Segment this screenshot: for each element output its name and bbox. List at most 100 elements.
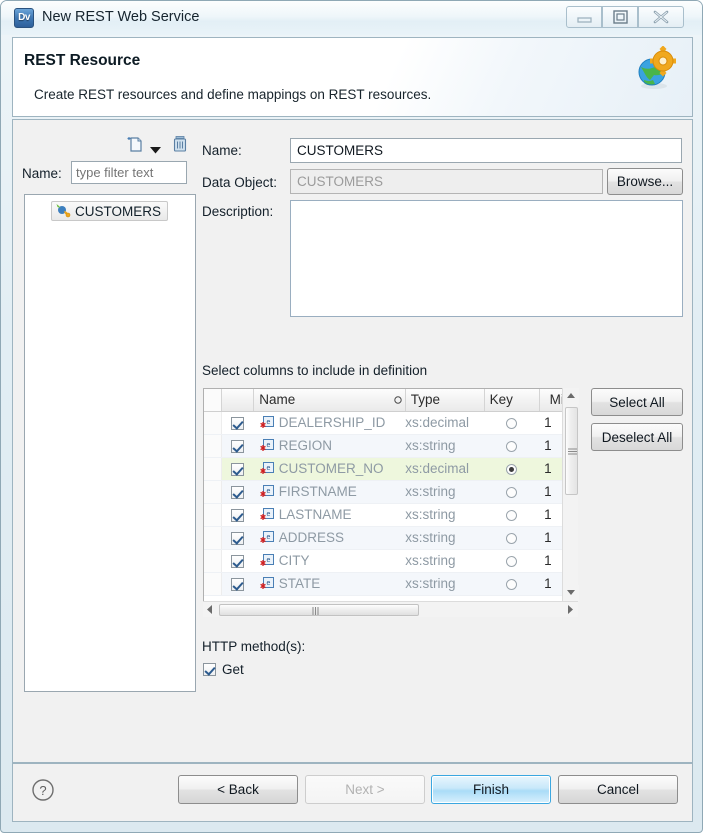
row-key-cell[interactable] [484,549,540,573]
row-key-cell[interactable] [484,480,540,504]
row-checkbox[interactable] [231,577,245,591]
description-textarea[interactable] [290,200,683,317]
row-checkbox-cell[interactable] [221,572,254,596]
new-document-icon[interactable] [126,134,146,159]
row-checkbox-cell[interactable] [221,411,254,435]
finish-button[interactable]: Finish [431,775,551,804]
row-checkbox[interactable] [231,531,245,545]
row-name-cell: e CUSTOMER_NO [253,457,406,481]
row-key-radio[interactable] [506,578,518,590]
element-required-icon: e [260,415,274,428]
row-key-cell[interactable] [484,411,540,435]
row-key-radio[interactable] [506,486,518,498]
element-required-icon: e [260,438,274,451]
select-columns-label: Select columns to include in definition [202,363,428,378]
row-grip [204,526,223,550]
row-key-radio[interactable] [506,417,518,429]
browse-button[interactable]: Browse... [607,168,683,195]
filter-input[interactable] [71,161,187,184]
row-checkbox-cell[interactable] [221,526,254,550]
name-input[interactable] [290,138,682,163]
table-vertical-scrollbar[interactable] [562,388,579,601]
row-name-label: CUSTOMER_NO [278,461,384,476]
table-row[interactable]: e CITY xs:string 1 [204,549,577,573]
table-row[interactable]: e STATE xs:string 1 [204,572,577,596]
table-scroll-thumb[interactable] [565,407,578,495]
data-object-input [290,169,603,194]
row-type-cell: xs:string [405,549,485,573]
scroll-up-arrow[interactable] [563,388,579,404]
svg-text:e: e [266,557,270,564]
svg-text:?: ? [39,783,46,798]
row-name-label: DEALERSHIP_ID [278,415,386,430]
row-key-radio[interactable] [506,463,518,475]
row-key-radio[interactable] [506,440,518,452]
data-object-label: Data Object: [202,175,278,190]
tree-toolbar [118,134,192,156]
wizard-body: Name: CUSTOMERS Name: Data Object: Brows… [12,119,693,763]
row-checkbox-cell[interactable] [221,549,254,573]
column-header-name[interactable]: Name [253,389,406,412]
row-key-cell[interactable] [484,572,540,596]
column-header-key[interactable]: Key [484,389,540,412]
resource-tree[interactable]: CUSTOMERS [24,194,196,692]
row-name-cell: e ADDRESS [253,526,406,550]
row-checkbox-cell[interactable] [221,503,254,527]
svg-text:e: e [266,534,270,541]
row-key-radio[interactable] [506,532,518,544]
table-hscroll-thumb[interactable] [219,604,419,616]
close-button[interactable] [638,6,684,28]
row-checkbox[interactable] [231,439,245,453]
table-row[interactable]: e ADDRESS xs:string 1 [204,526,577,550]
row-key-cell[interactable] [484,503,540,527]
row-grip [204,411,223,435]
row-grip [204,549,223,573]
row-checkbox[interactable] [231,462,245,476]
maximize-button[interactable] [602,6,638,28]
table-row[interactable]: e DEALERSHIP_ID xs:decimal 1 [204,411,577,435]
scroll-down-arrow[interactable] [563,585,579,601]
trash-icon[interactable] [170,134,190,159]
table-row[interactable]: e CUSTOMER_NO xs:decimal 1 [204,457,577,481]
tree-item-customers[interactable]: CUSTOMERS [51,201,169,221]
tree-item-label: CUSTOMERS [75,203,162,219]
scroll-right-arrow[interactable] [566,605,574,614]
element-required-icon: e [260,507,274,520]
http-methods-label: HTTP method(s): [202,639,306,654]
scroll-left-arrow[interactable] [206,605,214,614]
column-header-check[interactable] [221,389,255,412]
description-label: Description: [202,204,274,219]
table-row[interactable]: e FIRSTNAME xs:string 1 [204,480,577,504]
get-label: Get [222,662,244,677]
rest-resource-icon [56,204,71,218]
element-required-icon: e [260,461,274,474]
row-key-cell[interactable] [484,457,540,481]
http-method-get[interactable]: Get [203,662,244,677]
row-checkbox[interactable] [231,485,245,499]
filter-label: Name: [22,166,62,181]
row-checkbox[interactable] [231,554,245,568]
row-checkbox[interactable] [231,508,245,522]
chevron-down-icon[interactable] [150,141,161,159]
get-checkbox[interactable] [203,663,216,676]
help-icon[interactable]: ? [31,778,55,802]
cancel-button[interactable]: Cancel [558,775,678,804]
row-key-radio[interactable] [506,555,518,567]
minimize-button[interactable] [566,6,602,28]
select-all-button[interactable]: Select All [591,388,683,416]
row-checkbox-cell[interactable] [221,480,254,504]
row-checkbox-cell[interactable] [221,434,254,458]
back-button[interactable]: < Back [178,775,298,804]
row-key-cell[interactable] [484,434,540,458]
table-horizontal-scrollbar[interactable] [203,601,578,617]
row-checkbox[interactable] [231,416,245,430]
deselect-all-button[interactable]: Deselect All [591,423,683,451]
row-checkbox-cell[interactable] [221,457,254,481]
table-row[interactable]: e REGION xs:string 1 [204,434,577,458]
row-type-cell: xs:string [405,572,485,596]
row-key-cell[interactable] [484,526,540,550]
row-key-radio[interactable] [506,509,518,521]
table-row[interactable]: e LASTNAME xs:string 1 [204,503,577,527]
columns-table[interactable]: Name Type Key Mi. e DEALERSHIP_ID xs:dec… [203,388,578,617]
column-header-type[interactable]: Type [405,389,485,412]
